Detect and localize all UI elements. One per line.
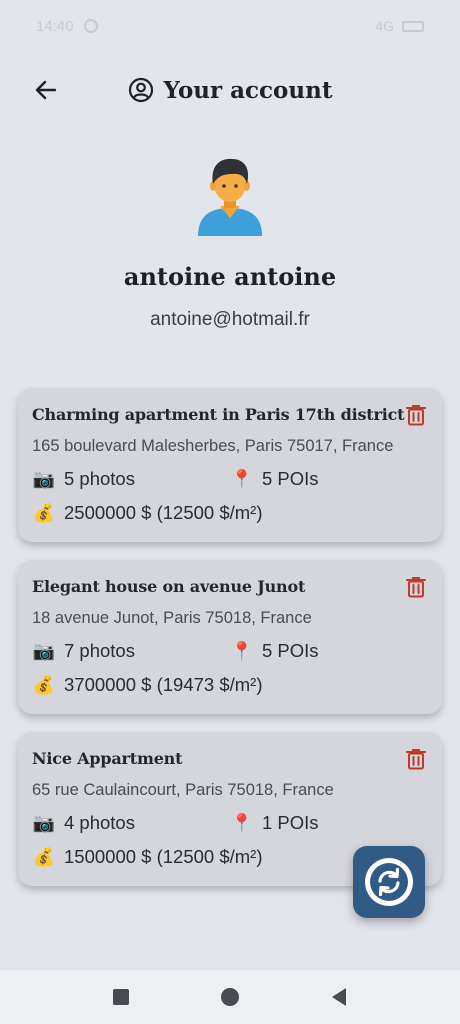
square-icon [112,989,129,1005]
photo-count: 7 photos [64,640,135,661]
property-price: 1500000 $ (12500 $/m²) [64,846,263,867]
property-title: Elegant house on avenue Junot [32,577,306,596]
delete-button[interactable] [404,746,428,772]
poi-count: 5 POIs [262,468,319,489]
circle-icon [220,988,239,1006]
property-price: 3700000 $ (19473 $/m²) [64,674,263,695]
trash-icon [406,749,426,770]
money-bag-icon: 💰 [32,502,56,523]
home-button[interactable] [210,977,250,1017]
back-button[interactable] [26,70,66,110]
sync-icon [365,858,413,906]
poi-count: 5 POIs [262,640,319,661]
trash-icon [406,405,426,426]
pin-icon: 📍 [230,812,254,833]
property-price: 2500000 $ (12500 $/m²) [64,502,263,523]
property-address: 18 avenue Junot, Paris 75018, France [32,609,312,627]
recents-button[interactable] [101,977,141,1017]
app-header: Your account [0,66,460,114]
account-circle-icon [128,77,153,103]
property-card[interactable]: Elegant house on avenue Junot 18 avenue … [18,560,442,714]
arrow-left-icon [35,80,57,100]
user-avatar-icon [198,158,262,236]
property-address: 65 rue Caulaincourt, Paris 75018, France [32,781,334,799]
pin-icon: 📍 [230,640,254,661]
trash-icon [406,577,426,598]
poi-count: 1 POIs [262,812,319,833]
camera-icon: 📷 [32,468,56,489]
back-nav-button[interactable] [319,977,359,1017]
status-time: 14:40 [36,17,74,35]
delete-button[interactable] [404,574,428,600]
camera-icon: 📷 [32,812,56,833]
camera-icon: 📷 [32,640,56,661]
triangle-back-icon [332,988,347,1006]
user-name: antoine antoine [123,262,337,291]
page-title: Your account [163,76,333,104]
property-title: Charming apartment in Paris 17th distric… [32,405,405,424]
photo-count: 5 photos [64,468,135,489]
signal-label: 4G [375,18,394,34]
delete-button[interactable] [404,402,428,428]
notification-icon [83,19,98,33]
system-nav-bar [0,970,460,1024]
money-bag-icon: 💰 [32,674,56,695]
status-bar: 14:40 4G [0,0,460,52]
pin-icon: 📍 [230,468,254,489]
user-email: antoine@hotmail.fr [150,309,310,330]
property-title: Nice Appartment [32,749,183,768]
property-card[interactable]: Charming apartment in Paris 17th distric… [18,388,442,542]
photo-count: 4 photos [64,812,135,833]
money-bag-icon: 💰 [32,846,56,867]
sync-fab-button[interactable] [353,846,425,918]
battery-icon [402,20,424,32]
property-address: 165 boulevard Malesherbes, Paris 75017, … [32,437,394,455]
